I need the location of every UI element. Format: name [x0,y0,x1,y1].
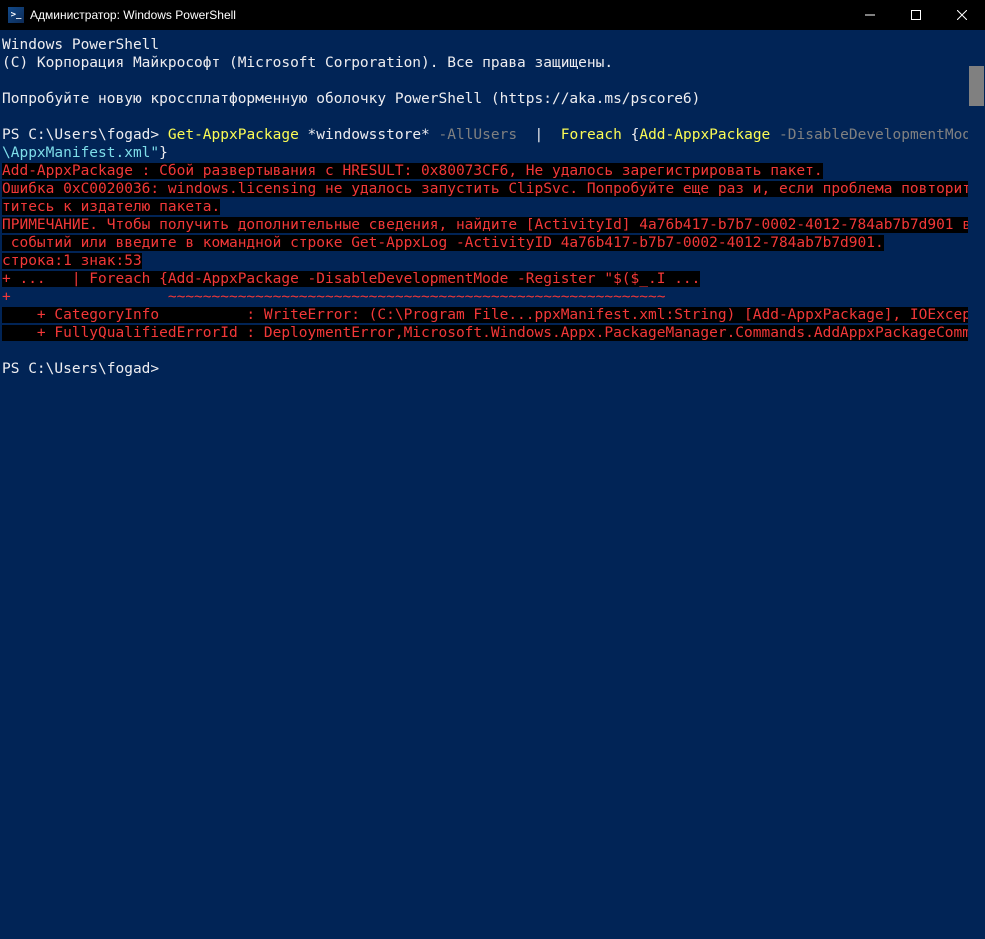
window-controls [847,0,985,30]
error-line-2b: титесь к издателю пакета. [2,199,220,215]
prompt-1: PS C:\Users\fogad> [2,127,168,143]
minimize-button[interactable] [847,0,893,30]
error-line-5: + ... | Foreach {Add-AppxPackage -Disabl… [2,271,700,287]
intro-line-1: Windows PowerShell [2,37,159,53]
terminal-area[interactable]: Windows PowerShell (C) Корпорация Майкро… [0,30,985,939]
maximize-button[interactable] [893,0,939,30]
vertical-scrollbar[interactable] [968,30,985,939]
powershell-icon: >_ [8,7,24,23]
terminal-output[interactable]: Windows PowerShell (C) Корпорация Майкро… [2,36,968,939]
close-button[interactable] [939,0,985,30]
error-line-6: + ~~~~~~~~~~~~~~~~~~~~~~~~~~~~~~~~~~~~~~… [2,289,665,305]
powershell-window: >_ Администратор: Windows PowerShell Win… [0,0,985,939]
cmd-flag-allusers: -AllUsers [439,127,526,143]
error-line-2a: Ошибка 0xC0020036: windows.licensing не … [2,181,985,197]
window-title: Администратор: Windows PowerShell [30,8,847,22]
cmd-appxmanifest: \AppxManifest.xml" [2,145,159,161]
scrollbar-thumb[interactable] [969,66,984,106]
intro-line-2: (C) Корпорация Майкрософт (Microsoft Cor… [2,55,613,71]
error-line-3a: ПРИМЕЧАНИЕ. Чтобы получить дополнительны… [2,217,985,233]
error-line-7: + CategoryInfo : WriteError: (C:\Program… [2,307,985,323]
prompt-2: PS C:\Users\fogad> [2,361,168,377]
error-line-4: строка:1 знак:53 [2,253,142,269]
cmd-foreach: Foreach [552,127,631,143]
cmd-flags-register: -DisableDevelopmentMode -Register [779,127,985,143]
intro-line-3: Попробуйте новую кроссплатформенную обол… [2,91,700,107]
error-line-3b: событий или введите в командной строке G… [2,235,884,251]
maximize-icon [911,10,921,20]
cmd-brace-close: } [159,145,168,161]
error-line-1: Add-AppxPackage : Сбой развертывания с H… [2,163,823,179]
titlebar[interactable]: >_ Администратор: Windows PowerShell [0,0,985,30]
close-icon [957,10,967,20]
cmd-pipe: | [526,127,552,143]
cmd-get-appxpackage: Get-AppxPackage [168,127,299,143]
error-line-8: + FullyQualifiedErrorId : DeploymentErro… [2,325,985,341]
powershell-icon-glyph: >_ [11,10,22,20]
cmd-add-appxpackage: Add-AppxPackage [639,127,779,143]
minimize-icon [865,10,875,20]
cmd-arg-pattern: *windowsstore* [299,127,439,143]
